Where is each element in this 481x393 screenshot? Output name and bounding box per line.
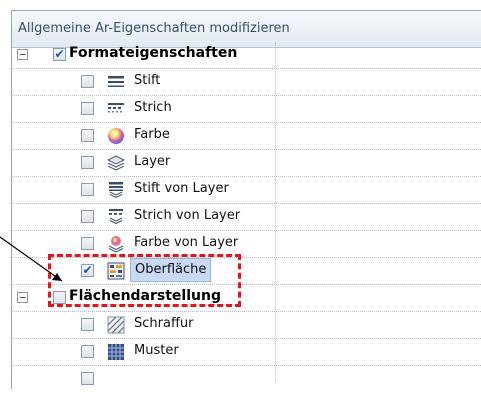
pointer-arrow-icon: [0, 236, 63, 282]
